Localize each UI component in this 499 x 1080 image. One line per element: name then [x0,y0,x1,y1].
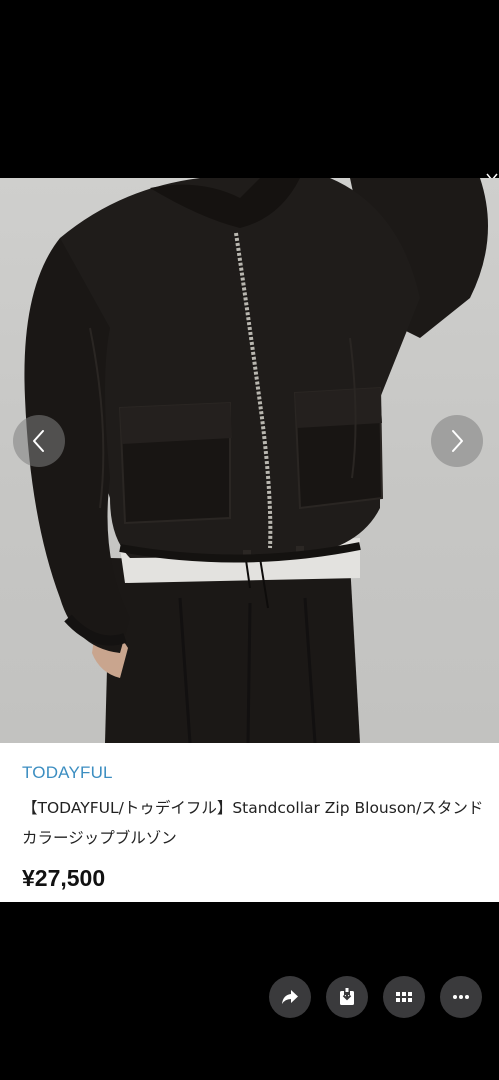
save-icon [340,988,354,1005]
carousel-prev-button[interactable] [13,415,65,467]
chevron-right-icon [452,430,463,452]
carousel-next-button[interactable] [431,415,483,467]
chevron-left-icon [33,430,44,452]
product-photo[interactable] [0,178,499,743]
brand-link[interactable]: TODAYFUL [22,763,113,783]
grid-button[interactable] [383,976,425,1018]
save-button[interactable] [326,976,368,1018]
action-bar [269,976,482,1018]
jacket-image [24,178,488,743]
product-card[interactable]: TODAYFUL 【TODAYFUL/トゥデイフル】Standcollar Zi… [0,178,499,902]
more-icon [453,995,469,999]
share-icon [282,990,298,1004]
share-button[interactable] [269,976,311,1018]
screen: TODAYFUL 【TODAYFUL/トゥデイフル】Standcollar Zi… [0,0,499,1080]
product-price: ¥27,500 [22,865,106,891]
grid-icon [396,992,412,1002]
product-info: TODAYFUL 【TODAYFUL/トゥデイフル】Standcollar Zi… [0,743,499,902]
product-title[interactable]: 【TODAYFUL/トゥデイフル】Standcollar Zip Blouson… [22,793,492,853]
more-button[interactable] [440,976,482,1018]
